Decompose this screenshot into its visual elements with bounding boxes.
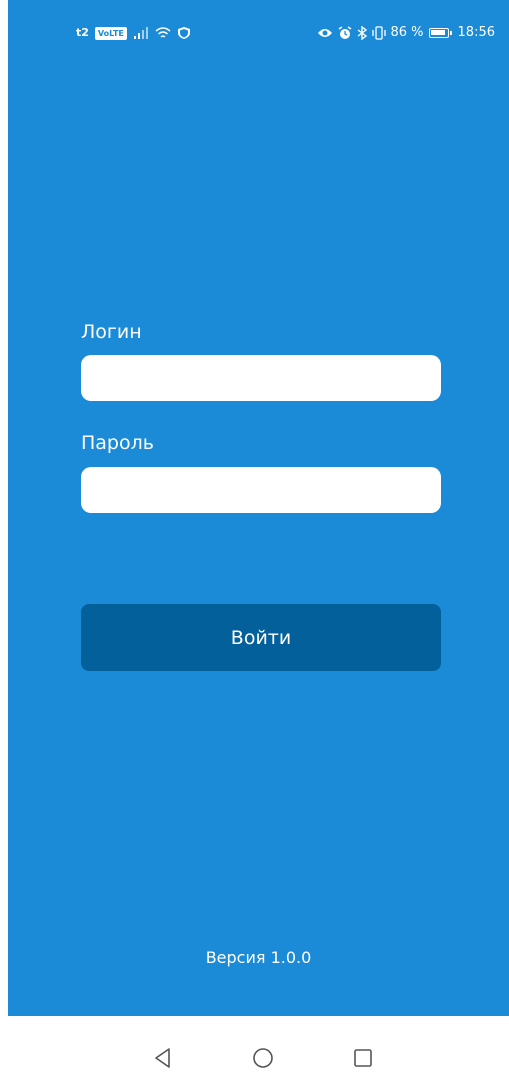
alarm-icon [338, 26, 351, 39]
home-icon[interactable] [248, 1043, 278, 1073]
bluetooth-icon [357, 26, 367, 40]
back-icon[interactable] [148, 1043, 178, 1073]
signal-icon [133, 27, 148, 39]
recents-icon[interactable] [348, 1043, 378, 1073]
status-bar-left: t2 VoLTE [76, 26, 191, 40]
battery-percent: 86 % [390, 25, 424, 40]
login-button[interactable]: Войти [81, 604, 441, 671]
status-bar: t2 VoLTE 86 % 18:56 [8, 0, 509, 52]
navigation-bar [0, 1016, 509, 1084]
status-bar-right: 86 % 18:56 [317, 25, 495, 40]
login-button-label: Войти [230, 626, 292, 649]
app-screen: t2 VoLTE 86 % 18:56 Логин Пароль Войти В… [8, 0, 509, 1016]
shield-icon [177, 27, 190, 39]
login-label: Логин [81, 321, 142, 343]
login-input[interactable] [81, 355, 441, 401]
password-input[interactable] [81, 467, 441, 513]
password-label: Пароль [81, 432, 154, 454]
version-label: Версия 1.0.0 [205, 948, 312, 967]
battery-icon [428, 28, 452, 38]
volte-badge: VoLTE [94, 26, 127, 40]
eye-icon [317, 29, 332, 37]
wifi-icon [155, 26, 171, 38]
carrier-name: t2 [76, 26, 89, 39]
clock: 18:56 [457, 25, 495, 40]
vibrate-icon [371, 26, 386, 40]
